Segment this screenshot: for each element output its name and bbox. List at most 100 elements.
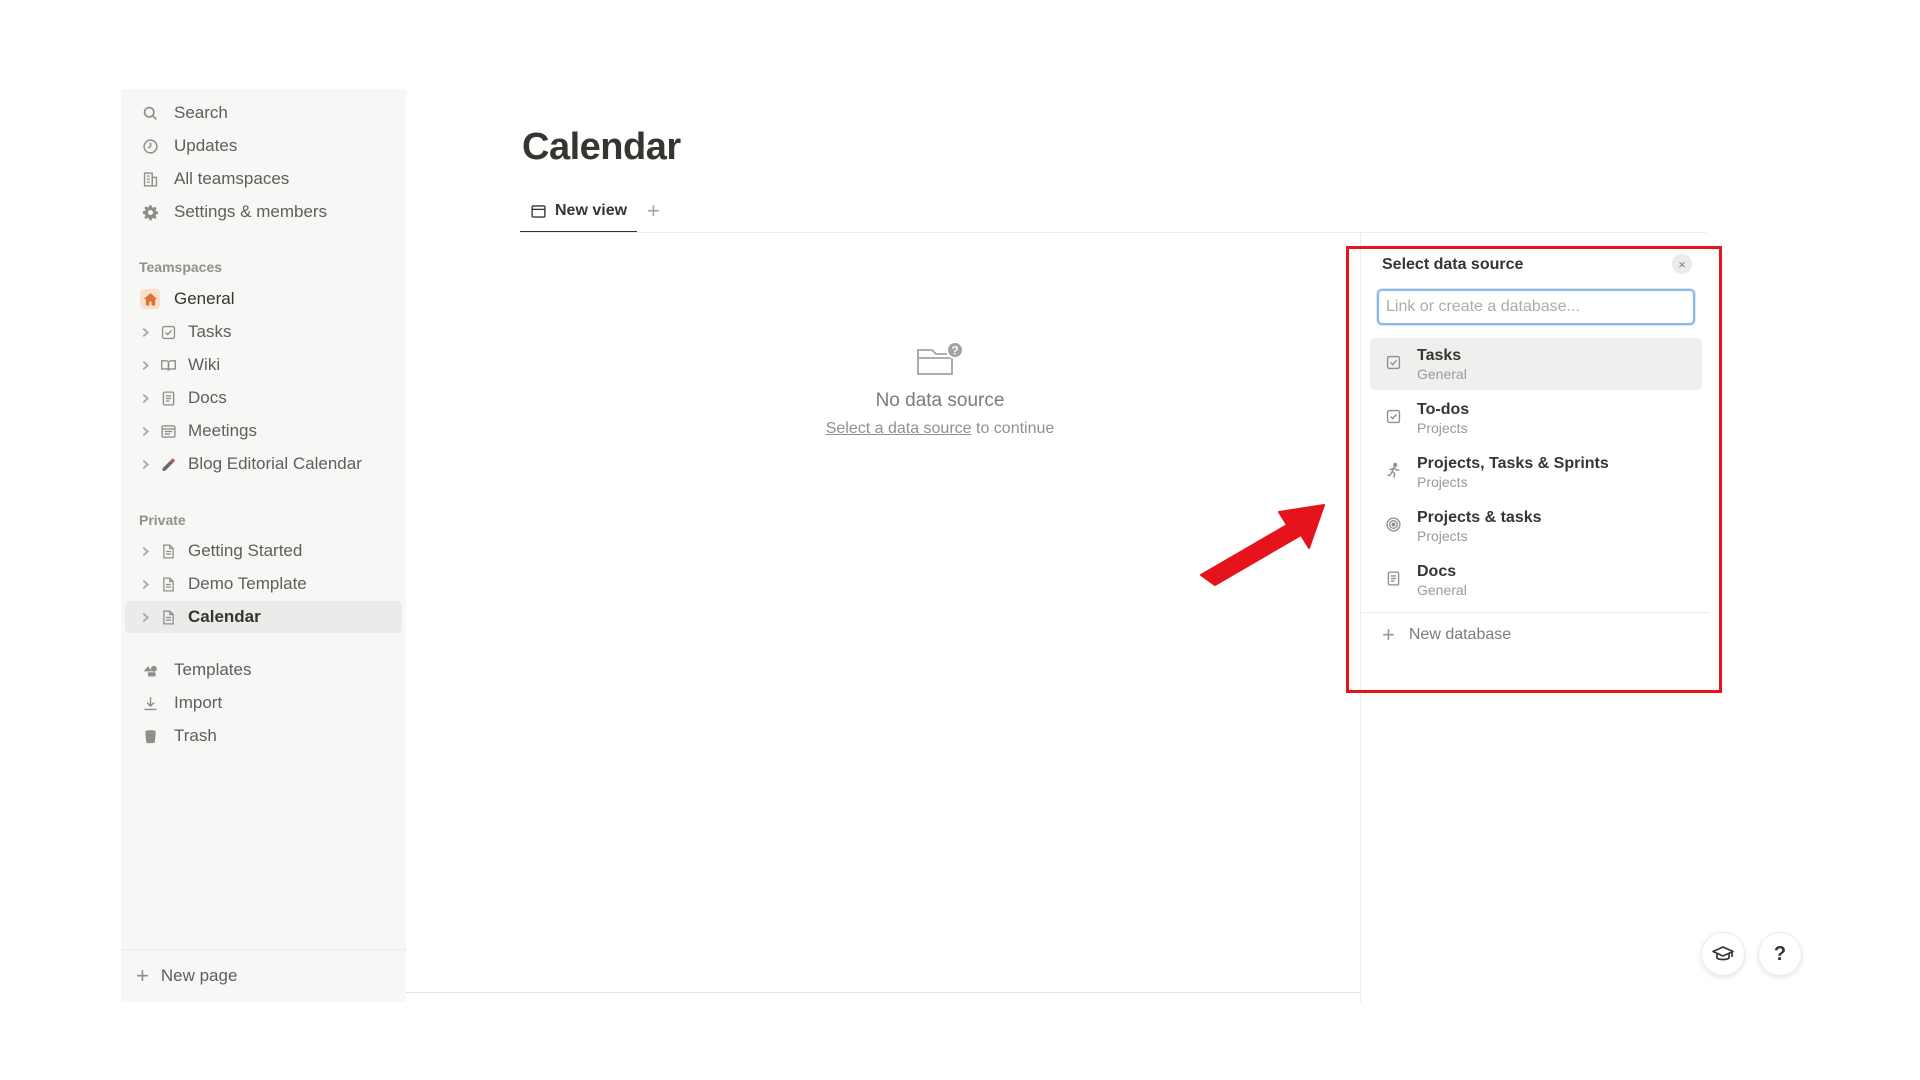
view-tabs: New view +	[520, 196, 660, 233]
teamspaces-heading: Teamspaces	[139, 259, 223, 275]
select-data-source-panel: Select data source × Tasks General To-dos…	[1360, 246, 1710, 686]
question-icon: ?	[1773, 942, 1787, 965]
item-sub: Projects	[1417, 420, 1468, 436]
sidebar-search[interactable]: Search	[125, 97, 402, 129]
empty-state: ? No data source Select a data source to…	[780, 340, 1100, 438]
add-view-button[interactable]: +	[647, 199, 660, 223]
empty-state-subtitle: Select a data source to continue	[780, 420, 1100, 438]
plus-icon: +	[1382, 622, 1395, 647]
item-name: Projects, Tasks & Sprints	[1417, 455, 1609, 472]
sidebar-item-label: Trash	[174, 726, 217, 745]
sidebar-item-label: General	[174, 289, 235, 308]
document-icon	[1383, 568, 1403, 588]
sidebar-all-teamspaces[interactable]: All teamspaces	[125, 163, 402, 195]
canvas-bottom-border	[406, 992, 1361, 993]
page-icon	[158, 607, 178, 627]
item-sub: General	[1417, 366, 1467, 382]
folder-question-icon: ?	[780, 340, 1100, 380]
item-name: Docs	[1417, 563, 1457, 580]
page-icon	[158, 541, 178, 561]
sidebar-item-label: Blog Editorial Calendar	[188, 454, 362, 473]
new-page-button[interactable]: + New page	[121, 949, 406, 1002]
sidebar-item-label: Templates	[174, 660, 252, 679]
sidebar-item-calendar[interactable]: Calendar	[125, 601, 402, 633]
data-source-item-projects-tasks-sprints[interactable]: Projects, Tasks & Sprints Projects	[1370, 446, 1702, 498]
sidebar-item-meetings[interactable]: Meetings	[125, 415, 402, 447]
sidebar-item-label: Search	[174, 103, 228, 122]
database-search-input[interactable]	[1377, 289, 1695, 325]
chevron-right-icon[interactable]	[138, 612, 152, 623]
clock-icon	[140, 136, 160, 156]
sidebar-item-label: Docs	[188, 388, 227, 407]
pencil-icon	[158, 454, 178, 474]
sidebar-item-general[interactable]: General	[125, 283, 402, 315]
sidebar-item-label: Import	[174, 693, 223, 712]
sidebar-item-docs[interactable]: Docs	[125, 382, 402, 414]
chevron-right-icon[interactable]	[138, 360, 152, 371]
chevron-right-icon[interactable]	[138, 579, 152, 590]
sidebar-item-label: Wiki	[188, 355, 221, 374]
chevron-right-icon[interactable]	[138, 459, 152, 470]
sidebar-item-demo-template[interactable]: Demo Template	[125, 568, 402, 600]
data-source-item-to-dos[interactable]: To-dos Projects	[1370, 392, 1702, 444]
tabs-divider	[520, 232, 1706, 233]
sidebar-item-tasks[interactable]: Tasks	[125, 316, 402, 348]
checkbox-icon	[158, 322, 178, 342]
graduation-cap-icon	[1711, 942, 1735, 966]
close-button[interactable]: ×	[1672, 254, 1692, 274]
calendar-list-icon	[158, 421, 178, 441]
help-button[interactable]: ?	[1758, 932, 1802, 976]
item-sub: Projects	[1417, 528, 1468, 544]
item-name: Tasks	[1417, 347, 1462, 364]
item-sub: General	[1417, 582, 1467, 598]
sidebar-item-wiki[interactable]: Wiki	[125, 349, 402, 381]
academy-button[interactable]	[1701, 932, 1745, 976]
data-source-item-projects-and-tasks[interactable]: Projects & tasks Projects	[1370, 500, 1702, 552]
chevron-right-icon[interactable]	[138, 546, 152, 557]
chevron-right-icon[interactable]	[138, 393, 152, 404]
sidebar-item-label: Settings & members	[174, 202, 328, 221]
svg-text:?: ?	[951, 344, 958, 358]
sidebar-item-label: Updates	[174, 136, 238, 155]
sidebar-item-label: Getting Started	[188, 541, 303, 560]
runner-icon	[1383, 460, 1403, 480]
sidebar-templates[interactable]: Templates	[125, 654, 402, 686]
sidebar: Search Updates All teamspaces Settings &…	[121, 89, 406, 1002]
sidebar-item-blog-editorial-calendar[interactable]: Blog Editorial Calendar	[125, 448, 402, 480]
gear-icon	[140, 202, 160, 222]
empty-state-title: No data source	[875, 390, 1005, 411]
chevron-right-icon[interactable]	[138, 426, 152, 437]
new-database-button[interactable]: + New database	[1382, 619, 1511, 651]
data-source-item-tasks[interactable]: Tasks General	[1370, 338, 1702, 390]
book-icon	[158, 355, 178, 375]
plus-icon: +	[136, 963, 149, 988]
tab-new-view[interactable]: New view	[520, 196, 638, 233]
sidebar-settings-members[interactable]: Settings & members	[125, 196, 402, 228]
tab-label: New view	[555, 202, 628, 219]
document-icon	[158, 388, 178, 408]
calendar-view-icon	[530, 203, 547, 220]
sidebar-item-getting-started[interactable]: Getting Started	[125, 535, 402, 567]
sidebar-item-label: Demo Template	[188, 574, 307, 593]
data-source-list: Tasks General To-dos Projects Projects, Ta…	[1370, 338, 1702, 608]
select-data-source-link[interactable]: Select a data source	[826, 420, 972, 437]
sidebar-updates[interactable]: Updates	[125, 130, 402, 162]
item-name: Projects & tasks	[1417, 509, 1542, 526]
sidebar-item-label: All teamspaces	[174, 169, 290, 188]
search-icon	[140, 103, 160, 123]
private-heading: Private	[139, 512, 186, 528]
checkbox-icon	[1383, 406, 1403, 426]
page-icon	[158, 574, 178, 594]
empty-state-suffix: to continue	[971, 420, 1055, 437]
trash-icon	[140, 726, 160, 746]
page-title[interactable]: Calendar	[522, 126, 681, 169]
data-source-item-docs[interactable]: Docs General	[1370, 554, 1702, 606]
red-arrow-annotation	[1200, 504, 1325, 586]
sidebar-import[interactable]: Import	[125, 687, 402, 719]
sidebar-trash[interactable]: Trash	[125, 720, 402, 752]
sidebar-item-label: Meetings	[188, 421, 257, 440]
item-sub: Projects	[1417, 474, 1468, 490]
panel-divider	[1360, 612, 1710, 613]
chevron-right-icon[interactable]	[138, 327, 152, 338]
target-icon	[1383, 514, 1403, 534]
